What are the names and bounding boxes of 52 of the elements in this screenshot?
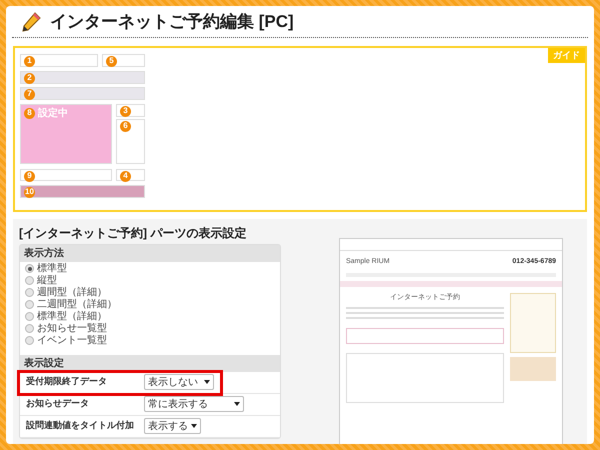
setting-label: 受付期限終了データ — [26, 375, 108, 388]
layout-region[interactable]: 6 — [116, 118, 145, 164]
layout-region[interactable]: 1 — [20, 54, 98, 66]
banner-placeholder — [510, 357, 556, 381]
radio-button[interactable] — [25, 288, 34, 297]
layout-region[interactable]: 10 — [20, 184, 145, 198]
section-title: [インターネットご予約] パーツの表示設定 — [19, 224, 248, 242]
number-badge: 10 — [24, 186, 35, 198]
layout-region[interactable]: 3 — [116, 104, 145, 116]
radio-label: お知らせ一覧型 — [37, 322, 107, 334]
group-header: 表示設定 — [20, 354, 280, 372]
radio-button[interactable] — [25, 300, 34, 309]
select-field[interactable]: 表示する — [144, 418, 201, 434]
number-badge: 7 — [24, 88, 35, 100]
radio-button[interactable] — [25, 312, 34, 321]
number-badge: 3 — [120, 106, 131, 116]
radio-label: 標準型 — [37, 262, 67, 274]
caret-icon — [204, 380, 210, 384]
number-badge: 8 — [24, 108, 35, 118]
layout-region[interactable]: 4 — [116, 168, 145, 180]
info-card — [510, 293, 556, 353]
group-header: 表示方法 — [20, 244, 280, 262]
caret-icon — [234, 402, 240, 406]
radio-label: 標準型（詳細） — [37, 310, 107, 322]
layout-region[interactable]: 9 — [20, 168, 112, 180]
caret-icon — [191, 424, 197, 428]
status-label: 設定中 — [38, 106, 68, 120]
number-badge: 9 — [24, 170, 35, 182]
radio-label: イベント一覧型 — [37, 334, 107, 348]
setting-label: お知らせデータ — [26, 397, 90, 410]
radio-button[interactable] — [25, 336, 34, 345]
radio-button[interactable] — [25, 276, 34, 285]
pencil-icon — [20, 10, 42, 33]
layout-region[interactable]: 2 — [20, 70, 145, 84]
radio-label: 縦型 — [37, 274, 57, 287]
layout-region[interactable]: 8 設定中 — [20, 104, 112, 164]
number-badge: 1 — [24, 56, 35, 66]
select-field[interactable]: 表示しない — [144, 374, 214, 390]
page-title: インターネットご予約編集 [PC] — [50, 11, 294, 33]
number-badge: 5 — [106, 56, 117, 66]
number-badge: 4 — [120, 170, 131, 182]
number-badge: 2 — [24, 72, 35, 84]
layout-region[interactable]: 7 — [20, 86, 145, 100]
setting-label: 設問連動値をタイトル付加 — [26, 419, 135, 432]
radio-button[interactable] — [25, 324, 34, 333]
radio-label: 二週間型（詳細） — [37, 298, 117, 310]
number-badge: 6 — [120, 120, 131, 132]
layout-region[interactable]: 5 — [102, 54, 145, 66]
radio-label: 週間型（詳細） — [37, 286, 107, 298]
radio-button[interactable] — [25, 264, 34, 273]
guide-badge: ガイド — [548, 48, 585, 63]
select-field[interactable]: 常に表示する — [144, 396, 244, 412]
